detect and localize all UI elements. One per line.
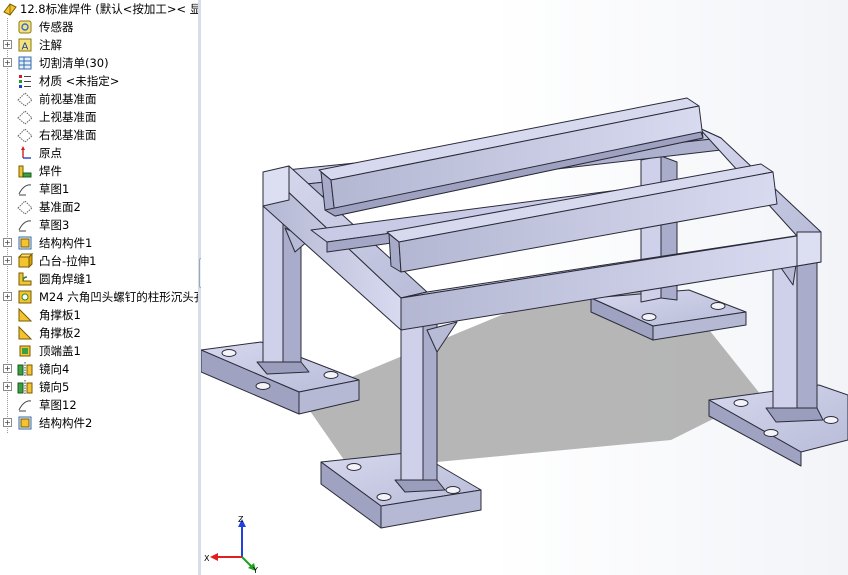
tree-item[interactable]: + 结构构件1 bbox=[0, 234, 198, 252]
tree-item[interactable]: 材质 <未指定> bbox=[0, 72, 198, 90]
mirror-icon bbox=[17, 380, 33, 394]
tree-item-label: 注解 bbox=[39, 38, 62, 52]
gusset-icon bbox=[18, 325, 33, 340]
tree-item[interactable]: + 结构构件2 bbox=[0, 414, 198, 432]
tree-item-label: 前视基准面 bbox=[39, 92, 97, 106]
tree-item[interactable]: + A 注解 bbox=[0, 36, 198, 54]
tree-item-label: 角撑板1 bbox=[39, 308, 81, 322]
expand-toggle-icon[interactable]: + bbox=[3, 292, 12, 301]
tree-item-label: 传感器 bbox=[39, 20, 74, 34]
tree-item[interactable]: + 切割清单(30) bbox=[0, 54, 198, 72]
coordinate-triad: Z X Y bbox=[204, 515, 258, 573]
sketch-icon bbox=[18, 184, 32, 196]
weldment-model[interactable] bbox=[201, 0, 848, 575]
structural-member-icon bbox=[18, 236, 32, 250]
origin-icon bbox=[21, 146, 31, 159]
tree-item-label: 草图1 bbox=[39, 182, 70, 196]
tree-item-label: 草图3 bbox=[39, 218, 70, 232]
expand-toggle-icon[interactable]: + bbox=[3, 364, 12, 373]
expand-toggle-icon[interactable]: + bbox=[3, 256, 12, 265]
sensor-icon bbox=[18, 20, 32, 34]
x-axis-label: X bbox=[204, 554, 210, 563]
tree-root-label: 12.8标准焊件 (默认<按加工>< 显 bbox=[20, 2, 199, 16]
expand-toggle-icon[interactable]: + bbox=[3, 382, 12, 391]
tree-item-label: 顶端盖1 bbox=[39, 344, 81, 358]
tree-item-label: 上视基准面 bbox=[39, 110, 97, 124]
tree-item[interactable]: 角撑板1 bbox=[0, 306, 198, 324]
plane-icon bbox=[17, 200, 33, 215]
tree-item[interactable]: + 凸台-拉伸1 bbox=[0, 252, 198, 270]
tree-item-label: 切割清单(30) bbox=[39, 56, 109, 70]
fillet-bead-icon bbox=[18, 272, 32, 286]
expand-toggle-icon[interactable]: + bbox=[3, 40, 12, 49]
feature-manager-tree: 12.8标准焊件 (默认<按加工>< 显 传感器 + A 注解 + 切割清单(30) 材质 … bbox=[0, 0, 199, 575]
tree-item-label: 原点 bbox=[39, 146, 62, 160]
tree-item-label: 镜向4 bbox=[39, 362, 70, 376]
tree-item[interactable]: 焊件 bbox=[0, 162, 198, 180]
tree-item[interactable]: 草图1 bbox=[0, 180, 198, 198]
tree-item[interactable]: 圆角焊缝1 bbox=[0, 270, 198, 288]
plane-icon bbox=[17, 110, 33, 125]
sketch-icon bbox=[18, 220, 32, 232]
part-icon bbox=[3, 3, 17, 16]
tree-item[interactable]: 草图12 bbox=[0, 396, 198, 414]
tree-item-label: 结构构件2 bbox=[39, 416, 93, 430]
z-axis-label: Z bbox=[238, 515, 244, 524]
tree-item[interactable]: 传感器 bbox=[0, 18, 198, 36]
tree-item[interactable]: + M24 六角凹头螺钉的柱形沉头孔 bbox=[0, 288, 198, 306]
end-cap-icon bbox=[19, 345, 31, 357]
tree-item-label: M24 六角凹头螺钉的柱形沉头孔 bbox=[39, 290, 199, 304]
y-axis-label: Y bbox=[252, 566, 258, 573]
expand-toggle-icon[interactable]: + bbox=[3, 418, 12, 427]
tree-item[interactable]: 前视基准面 bbox=[0, 90, 198, 108]
tree-item-label: 结构构件1 bbox=[39, 236, 93, 250]
tree-item-label: 草图12 bbox=[39, 398, 77, 412]
extrude-icon bbox=[17, 253, 33, 269]
tree-root-part[interactable]: 12.8标准焊件 (默认<按加工>< 显 bbox=[0, 0, 198, 18]
tree-item-label: 凸台-拉伸1 bbox=[39, 254, 97, 268]
tree-item-label: 材质 <未指定> bbox=[39, 74, 120, 88]
tree-item[interactable]: 上视基准面 bbox=[0, 108, 198, 126]
weldment-icon bbox=[18, 165, 32, 178]
tree-item[interactable]: 草图3 bbox=[0, 216, 198, 234]
expand-toggle-icon[interactable]: + bbox=[3, 58, 12, 67]
svg-text:A: A bbox=[22, 42, 29, 53]
structural-member-icon bbox=[18, 416, 32, 430]
mirror-icon bbox=[17, 362, 33, 376]
tree-item-label: 角撑板2 bbox=[39, 326, 81, 340]
material-icon bbox=[19, 75, 31, 88]
tree-item[interactable]: + 镜向4 bbox=[0, 360, 198, 378]
tree-item-label: 右视基准面 bbox=[39, 128, 97, 142]
tree-item[interactable]: 右视基准面 bbox=[0, 126, 198, 144]
sketch-icon bbox=[18, 400, 32, 412]
graphics-area[interactable] bbox=[201, 0, 848, 575]
expand-toggle-icon[interactable]: + bbox=[3, 238, 12, 247]
tree-item-label: 镜向5 bbox=[39, 380, 70, 394]
tree-item-label: 焊件 bbox=[39, 164, 62, 178]
tree-item[interactable]: 角撑板2 bbox=[0, 324, 198, 342]
cut-list-icon bbox=[18, 56, 32, 70]
tree-item-label: 基准面2 bbox=[39, 200, 81, 214]
plane-icon bbox=[17, 92, 33, 107]
hole-wizard-icon bbox=[18, 290, 32, 304]
tree-item[interactable]: 顶端盖1 bbox=[0, 342, 198, 360]
tree-item[interactable]: + 镜向5 bbox=[0, 378, 198, 396]
gusset-icon bbox=[18, 307, 33, 322]
tree-item[interactable]: 基准面2 bbox=[0, 198, 198, 216]
tree-item[interactable]: 原点 bbox=[0, 144, 198, 162]
tree-item-label: 圆角焊缝1 bbox=[39, 272, 93, 286]
annotation-icon: A bbox=[18, 38, 32, 53]
plane-icon bbox=[17, 128, 33, 143]
